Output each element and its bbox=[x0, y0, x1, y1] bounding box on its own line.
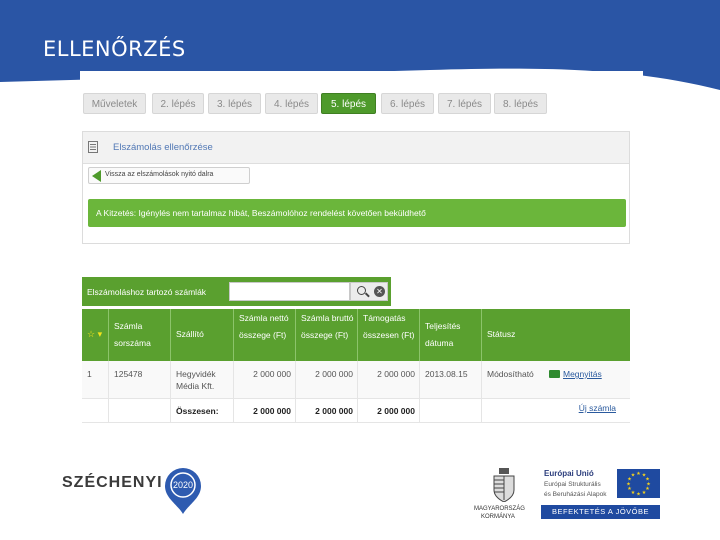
svg-text:★: ★ bbox=[636, 471, 641, 477]
invoices-title: Elszámoláshoz tartozó számlák bbox=[87, 287, 207, 297]
totals-gross: 2 000 000 bbox=[296, 399, 358, 422]
tab-step-7[interactable]: 7. lépés bbox=[438, 93, 491, 114]
szechenyi-logo-text: SZÉCHENYI bbox=[62, 474, 163, 491]
svg-text:★: ★ bbox=[636, 492, 641, 498]
sort-star-icon: ☆ ▾ bbox=[87, 329, 103, 339]
search-buttons: ✕ bbox=[350, 282, 388, 301]
support-amount: 2 000 000 bbox=[358, 361, 420, 398]
totals-empty-3 bbox=[420, 399, 482, 422]
supplier-name: Hegyvidék Média Kft. bbox=[171, 361, 234, 398]
eu-flag-icon: ★ ★ ★ ★ ★ ★ ★ ★ ★ ★ ★ ★ bbox=[617, 469, 660, 498]
invoices-header: Elszámoláshoz tartozó számlák ✕ bbox=[82, 277, 391, 306]
invoice-number: 125478 bbox=[109, 361, 171, 398]
column-support[interactable]: Támogatás összesen (Ft) bbox=[358, 309, 420, 361]
eu-subtitle-2: és Beruházási Alapok bbox=[544, 491, 607, 498]
new-invoice-link[interactable]: Új számla bbox=[579, 403, 616, 413]
net-amount: 2 000 000 bbox=[234, 361, 296, 398]
eu-title: Európai Unió bbox=[544, 469, 594, 478]
folder-open-icon bbox=[549, 370, 560, 378]
svg-text:★: ★ bbox=[631, 473, 636, 479]
back-arrow-icon bbox=[92, 170, 101, 182]
column-number[interactable]: Számla sorszáma bbox=[109, 309, 171, 361]
table-row[interactable]: 1 125478 Hegyvidék Média Kft. 2 000 000 … bbox=[82, 361, 630, 399]
government-line-2: KORMÁNYA bbox=[481, 514, 515, 520]
eu-slogan: BEFEKTETÉS A JÖVŐBE bbox=[551, 507, 650, 516]
column-sort[interactable]: ☆ ▾ bbox=[82, 309, 109, 361]
invoice-status: Módosítható bbox=[487, 369, 534, 379]
slide-title: ELLENŐRZÉS bbox=[43, 37, 186, 61]
back-button-label: Vissza az elszámolások nyitó dalra bbox=[105, 171, 214, 178]
government-line-1: MAGYARORSZÁG bbox=[474, 506, 525, 512]
search-icon-handle bbox=[365, 292, 370, 298]
success-message-bar: A Kitzetés: Igénylés nem tartalmaz hibát… bbox=[88, 199, 626, 227]
column-gross[interactable]: Számla bruttó összege (Ft) bbox=[296, 309, 358, 361]
open-invoice-link[interactable]: Megnyitás bbox=[563, 369, 602, 379]
back-to-settlements-button[interactable]: Vissza az elszámolások nyitó dalra bbox=[88, 167, 250, 184]
totals-empty-1 bbox=[82, 399, 109, 422]
panel-header: Elszámolás ellenőrzése bbox=[83, 132, 629, 164]
tab-step-4[interactable]: 4. lépés bbox=[265, 93, 318, 114]
svg-text:★: ★ bbox=[642, 490, 647, 496]
totals-support: 2 000 000 bbox=[358, 399, 420, 422]
success-message: A Kitzetés: Igénylés nem tartalmaz hibát… bbox=[96, 208, 426, 218]
gross-amount: 2 000 000 bbox=[296, 361, 358, 398]
clear-icon[interactable]: ✕ bbox=[374, 286, 385, 297]
totals-net: 2 000 000 bbox=[234, 399, 296, 422]
tab-step-6[interactable]: 6. lépés bbox=[381, 93, 434, 114]
invoice-table-header: ☆ ▾ Számla sorszáma Szállító Számla nett… bbox=[82, 309, 630, 361]
document-list-icon bbox=[88, 141, 98, 153]
eu-slogan-bar: BEFEKTETÉS A JÖVŐBE bbox=[541, 505, 660, 519]
column-net[interactable]: Számla nettó összege (Ft) bbox=[234, 309, 296, 361]
tab-step-2[interactable]: 2. lépés bbox=[152, 93, 204, 114]
tab-step-5[interactable]: 5. lépés bbox=[321, 93, 376, 114]
totals-label: Összesen: bbox=[171, 399, 234, 422]
open-invoice-action[interactable]: Megnyitás bbox=[544, 361, 630, 398]
row-index: 1 bbox=[82, 361, 109, 398]
invoice-search-input[interactable] bbox=[229, 282, 350, 301]
column-supplier[interactable]: Szállító bbox=[171, 309, 234, 361]
szechenyi-year: 2020 bbox=[173, 480, 193, 490]
new-invoice-action[interactable]: Új számla bbox=[482, 399, 630, 422]
tab-muveletek[interactable]: Műveletek bbox=[83, 93, 146, 114]
totals-empty-2 bbox=[109, 399, 171, 422]
app-screenshot: Műveletek 2. lépés 3. lépés 4. lépés 5. … bbox=[80, 71, 643, 423]
column-status[interactable]: Státusz bbox=[482, 309, 630, 361]
tab-step-8[interactable]: 8. lépés bbox=[494, 93, 547, 114]
hungarian-coat-of-arms-icon bbox=[493, 468, 515, 502]
eu-subtitle-1: Európai Strukturális bbox=[544, 481, 601, 488]
panel-title: Elszámolás ellenőrzése bbox=[113, 142, 213, 153]
totals-row: Összesen: 2 000 000 2 000 000 2 000 000 … bbox=[82, 399, 630, 423]
completion-date: 2013.08.15 bbox=[420, 361, 482, 398]
column-date[interactable]: Teljesítés dátuma bbox=[420, 309, 482, 361]
tab-step-3[interactable]: 3. lépés bbox=[208, 93, 261, 114]
verification-panel: Elszámolás ellenőrzése Vissza az elszámo… bbox=[82, 131, 630, 244]
szechenyi-2020-badge: 2020 bbox=[165, 468, 201, 514]
